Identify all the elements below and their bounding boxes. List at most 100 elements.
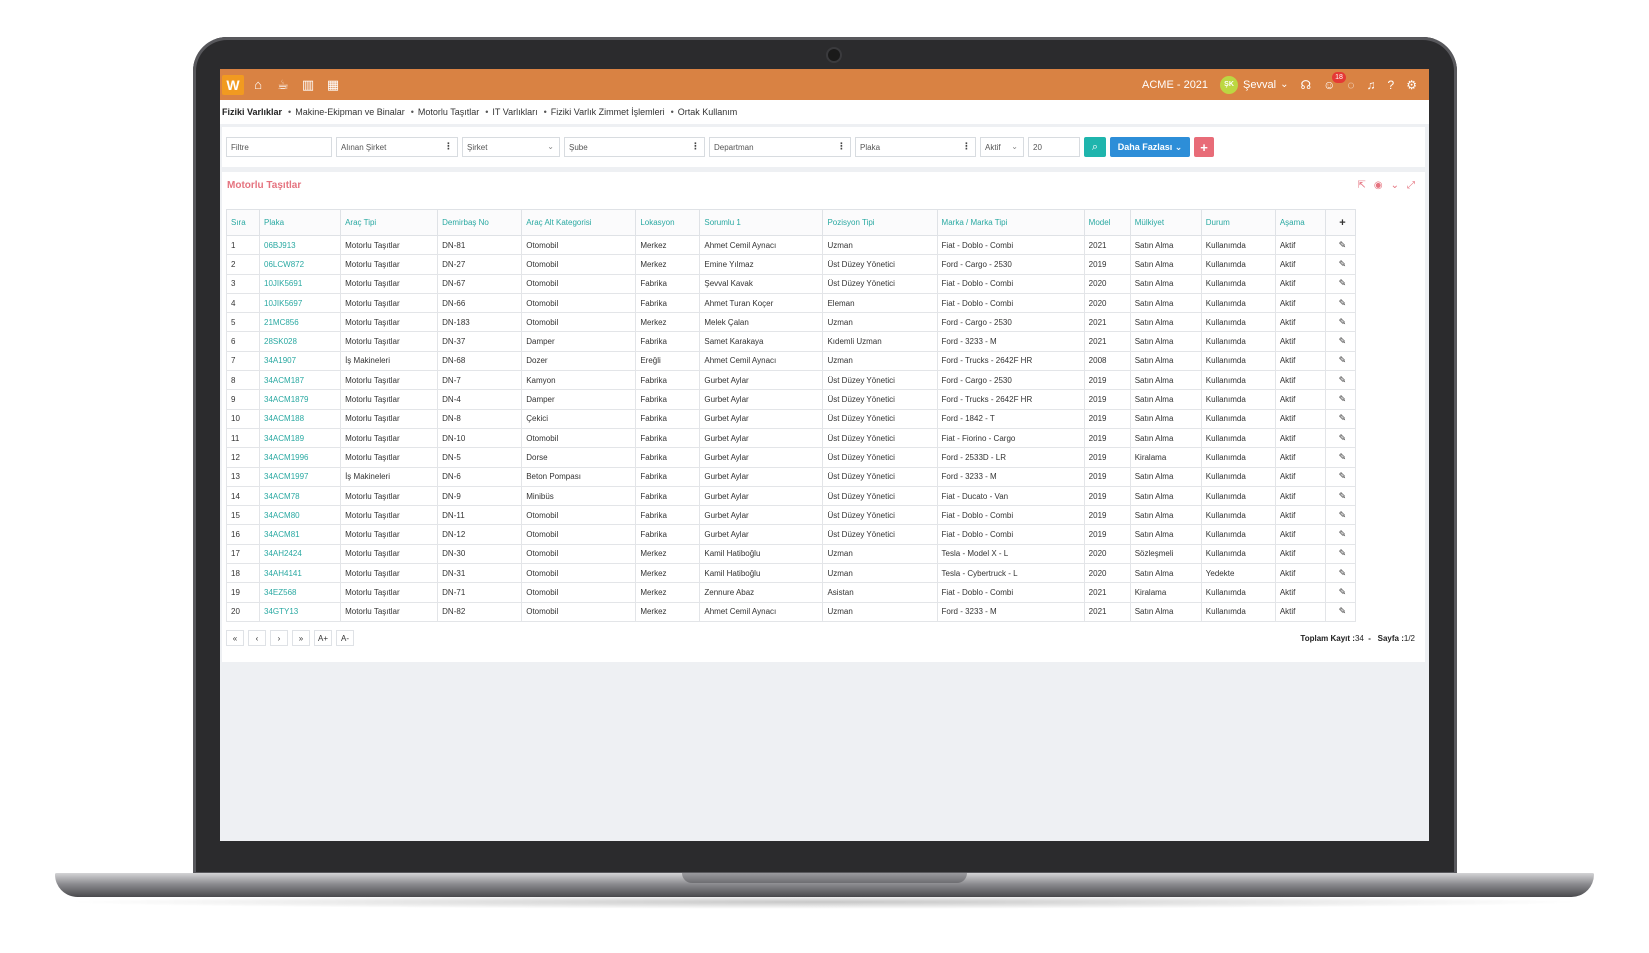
- plate-link[interactable]: 34ACM1879: [259, 389, 342, 410]
- edit-icon[interactable]: ✎: [1324, 447, 1357, 468]
- status-select[interactable]: Aktif ⌄: [980, 137, 1024, 157]
- plate-link[interactable]: 34GTY13: [259, 601, 342, 622]
- edit-icon[interactable]: ✎: [1324, 505, 1357, 526]
- table-row[interactable]: 2 06LCW872 Motorlu Taşıtlar DN-27 Otomobil Me…: [225, 254, 1357, 275]
- plate-link[interactable]: 34A1907: [259, 350, 342, 372]
- plate-link[interactable]: 34AH2424: [259, 543, 342, 565]
- edit-icon[interactable]: ✎: [1324, 408, 1357, 429]
- chevron-down-icon[interactable]: ⌄: [1280, 79, 1288, 90]
- edit-icon[interactable]: ✎: [1324, 292, 1357, 314]
- expand-icon[interactable]: ⤢: [1407, 180, 1415, 191]
- plate-link[interactable]: 34ACM188: [259, 408, 342, 429]
- company-select[interactable]: Şirket ⌄: [462, 137, 560, 157]
- column-header[interactable]: Aşama: [1274, 209, 1326, 236]
- column-header[interactable]: Model: [1083, 209, 1131, 236]
- plate-link[interactable]: 34ACM78: [259, 485, 342, 507]
- plate-link[interactable]: 06BJ913: [259, 234, 342, 256]
- table-row[interactable]: 19 34EZ568 Motorlu Taşıtlar DN-71 Otomobil Me…: [225, 582, 1357, 603]
- edit-icon[interactable]: ✎: [1324, 582, 1357, 603]
- smiley-icon[interactable]: ☺ 18: [1323, 71, 1346, 92]
- table-row[interactable]: 8 34ACM187 Motorlu Taşıtlar DN-7 Kamyon Fabri…: [225, 370, 1357, 391]
- last-page-button[interactable]: »: [292, 630, 310, 646]
- plate-link[interactable]: 10JIK5697: [259, 292, 342, 314]
- prev-page-button[interactable]: ‹: [248, 630, 266, 646]
- table-row[interactable]: 14 34ACM78 Motorlu Taşıtlar DN-9 Minibüs Fabr…: [225, 485, 1357, 507]
- table-row[interactable]: 1 06BJ913 Motorlu Taşıtlar DN-81 Otomobil Mer…: [225, 234, 1357, 256]
- edit-icon[interactable]: ✎: [1324, 254, 1357, 275]
- column-header[interactable]: Pozisyon Tipi: [822, 209, 938, 236]
- plate-link[interactable]: 21MC856: [259, 312, 342, 333]
- table-row[interactable]: 6 28SK028 Motorlu Taşıtlar DN-37 Damper Fabri…: [225, 331, 1357, 352]
- plate-link[interactable]: 34AH4141: [259, 563, 342, 584]
- table-row[interactable]: 3 10JIK5691 Motorlu Taşıtlar DN-67 Otomobil F…: [225, 273, 1357, 294]
- kebab-icon[interactable]: ⋮: [691, 141, 700, 152]
- table-row[interactable]: 12 34ACM1996 Motorlu Taşıtlar DN-5 Dorse Fabr…: [225, 447, 1357, 468]
- table-row[interactable]: 10 34ACM188 Motorlu Taşıtlar DN-8 Çekici Fabr…: [225, 408, 1357, 429]
- plate-link[interactable]: 34ACM187: [259, 370, 342, 391]
- user-name[interactable]: Şevval: [1243, 79, 1276, 91]
- edit-icon[interactable]: ✎: [1324, 485, 1357, 507]
- company-selector[interactable]: ACME - 2021: [1142, 79, 1208, 91]
- tab-zimmet-islemleri[interactable]: Fiziki Varlık Zimmet İşlemleri: [551, 107, 665, 117]
- chart-icon[interactable]: ▥: [297, 77, 319, 93]
- department-field[interactable]: Departman ⋮: [709, 137, 851, 157]
- plate-link[interactable]: 34EZ568: [259, 582, 342, 603]
- font-decrease-button[interactable]: A-: [336, 630, 355, 646]
- column-header[interactable]: Mülkiyet: [1129, 209, 1202, 236]
- chat-icon[interactable]: ◌: [1347, 78, 1354, 92]
- home-icon[interactable]: ⌂: [247, 77, 269, 92]
- help-icon[interactable]: ?: [1388, 78, 1395, 92]
- tab-makine-ekipman[interactable]: Makine-Ekipman ve Binalar: [295, 107, 405, 117]
- table-row[interactable]: 17 34AH2424 Motorlu Taşıtlar DN-30 Otomobil M…: [225, 543, 1357, 565]
- edit-icon[interactable]: ✎: [1324, 273, 1357, 294]
- coffee-icon[interactable]: ☕: [272, 77, 294, 93]
- column-header[interactable]: Durum: [1200, 209, 1276, 236]
- plate-link[interactable]: 06LCW872: [259, 254, 342, 275]
- column-header[interactable]: Marka / Marka Tipi: [936, 209, 1085, 236]
- table-row[interactable]: 20 34GTY13 Motorlu Taşıtlar DN-82 Otomobil Me…: [225, 601, 1357, 622]
- edit-icon[interactable]: ✎: [1324, 234, 1357, 256]
- table-row[interactable]: 13 34ACM1997 İş Makineleri DN-6 Beton Pompas…: [225, 466, 1357, 487]
- tab-motorlu-tasitlar[interactable]: Motorlu Taşıtlar: [418, 107, 479, 117]
- table-row[interactable]: 9 34ACM1879 Motorlu Taşıtlar DN-4 Damper Fabr…: [225, 389, 1357, 410]
- edit-icon[interactable]: ✎: [1324, 563, 1357, 584]
- next-page-button[interactable]: ›: [270, 630, 288, 646]
- column-header[interactable]: Demirbaş No: [437, 209, 523, 236]
- table-row[interactable]: 18 34AH4141 Motorlu Taşıtlar DN-31 Otomobil M…: [225, 563, 1357, 584]
- column-header[interactable]: Sorumlu 1: [699, 209, 824, 236]
- edit-icon[interactable]: ✎: [1324, 370, 1357, 391]
- eye-icon[interactable]: ◉: [1374, 180, 1383, 191]
- edit-icon[interactable]: ✎: [1324, 601, 1357, 622]
- kebab-icon[interactable]: ⋮: [962, 141, 971, 152]
- tab-fiziki-varliklar[interactable]: Fiziki Varlıklar: [222, 107, 282, 117]
- table-row[interactable]: 11 34ACM189 Motorlu Taşıtlar DN-10 Otomobil F…: [225, 427, 1357, 449]
- edit-icon[interactable]: ✎: [1324, 312, 1357, 333]
- column-header[interactable]: Araç Tipi: [340, 209, 439, 236]
- edit-icon[interactable]: ✎: [1324, 350, 1357, 372]
- column-header[interactable]: Araç Alt Kategorisi: [521, 209, 637, 236]
- column-header[interactable]: Lokasyon: [635, 209, 701, 236]
- table-row[interactable]: 7 34A1907 İş Makineleri DN-68 Dozer Ereğli Ahm…: [225, 350, 1357, 372]
- plate-link[interactable]: 34ACM80: [259, 505, 342, 526]
- add-button[interactable]: +: [1194, 137, 1214, 157]
- plate-link[interactable]: 34ACM1996: [259, 447, 342, 468]
- font-increase-button[interactable]: A+: [314, 630, 333, 646]
- export-icon[interactable]: ⇱: [1357, 180, 1365, 191]
- tab-ortak-kullanim[interactable]: Ortak Kullanım: [678, 107, 738, 117]
- page-size-input[interactable]: 20: [1028, 137, 1080, 157]
- headset-icon[interactable]: ☊: [1300, 78, 1311, 92]
- plate-link[interactable]: 34ACM81: [259, 524, 342, 545]
- edit-icon[interactable]: ✎: [1324, 466, 1357, 487]
- kebab-icon[interactable]: ⋮: [444, 141, 453, 152]
- chevron-down-icon[interactable]: ⌄: [1391, 180, 1399, 191]
- search-button[interactable]: ⌕: [1084, 137, 1106, 157]
- column-header[interactable]: Sıra: [225, 209, 261, 236]
- edit-icon[interactable]: ✎: [1324, 543, 1357, 565]
- tab-it-varliklari[interactable]: IT Varlıkları: [492, 107, 537, 117]
- plate-link[interactable]: 28SK028: [259, 331, 342, 352]
- received-company-field[interactable]: Alınan Şirket ⋮: [336, 137, 458, 157]
- edit-icon[interactable]: ✎: [1324, 331, 1357, 352]
- gear-icon[interactable]: ⚙: [1406, 78, 1417, 92]
- table-row[interactable]: 15 34ACM80 Motorlu Taşıtlar DN-11 Otomobil Fa…: [225, 505, 1357, 526]
- edit-icon[interactable]: ✎: [1324, 427, 1357, 449]
